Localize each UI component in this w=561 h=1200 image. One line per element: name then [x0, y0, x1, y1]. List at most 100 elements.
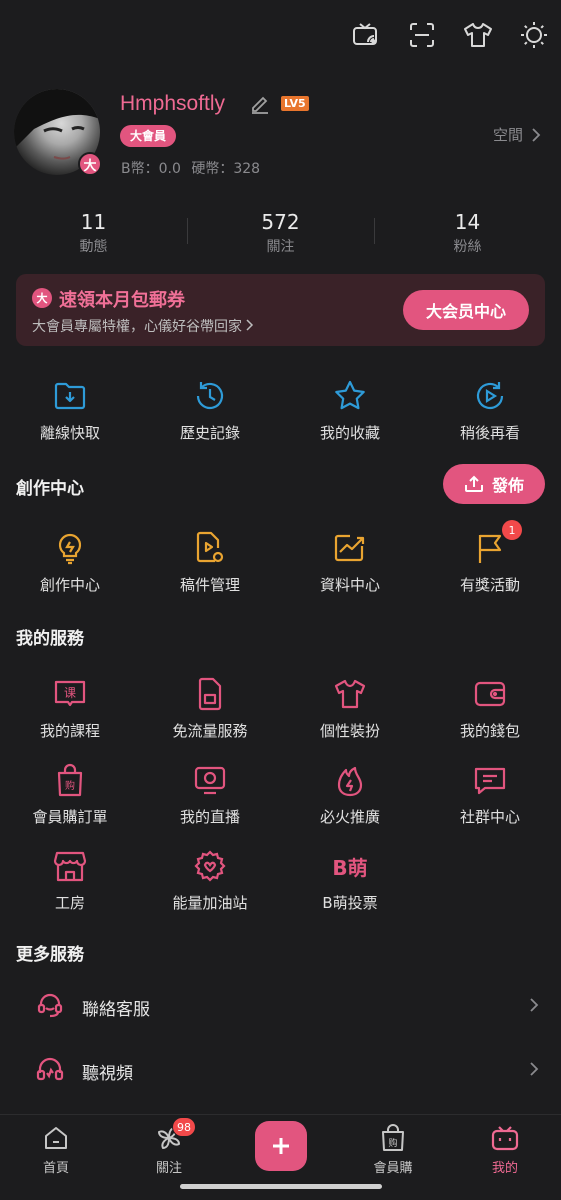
vip-center-button[interactable]: 大会员中心 — [403, 290, 529, 330]
creator-label: 資料中心 — [319, 576, 380, 594]
creator-label: 有獎活動 — [459, 576, 520, 594]
manuscript-icon — [196, 531, 224, 563]
quick-label: 稍後再看 — [459, 424, 520, 442]
svg-text:购: 购 — [65, 779, 75, 792]
manuscript-management[interactable]: 稿件管理 — [140, 528, 280, 595]
star-icon — [335, 380, 365, 410]
service-label: B萌投票 — [322, 894, 378, 912]
quick-actions: 離線快取 歷史記錄 我的收藏 稍後再看 — [0, 376, 561, 443]
tv-cast-icon[interactable] — [349, 18, 383, 52]
free-data-service[interactable]: 免流量服務 — [140, 674, 280, 741]
edit-icon[interactable] — [249, 93, 271, 119]
service-label: 社群中心 — [459, 808, 520, 826]
stat-dynamics[interactable]: 11 動態 — [0, 210, 187, 256]
vip-banner-title: 速領本月包郵券 — [59, 290, 185, 311]
quick-history[interactable]: 歷史記錄 — [140, 376, 280, 443]
home-icon — [45, 1127, 67, 1149]
history-icon — [196, 382, 224, 410]
username[interactable]: Hmphsoftly — [120, 92, 225, 116]
creator-section-title: 創作中心 — [16, 479, 84, 499]
community-center[interactable]: 社群中心 — [420, 760, 560, 827]
download-folder-icon — [54, 382, 86, 410]
my-courses[interactable]: 课 我的課程 — [0, 674, 140, 741]
chevron-right-icon — [529, 997, 539, 1017]
chart-icon — [334, 534, 365, 562]
top-toolbar — [349, 18, 551, 52]
service-label: 我的錢包 — [459, 722, 520, 740]
reward-activities[interactable]: 1 有獎活動 — [420, 520, 560, 595]
energy-station[interactable]: 能量加油站 — [140, 846, 280, 913]
sun-icon[interactable] — [517, 18, 551, 52]
fire-icon — [337, 766, 363, 797]
tab-member-shop[interactable]: 购 會員購 — [353, 1123, 433, 1176]
list-item-label: 聯絡客服 — [82, 999, 150, 1020]
publish-label: 發佈 — [491, 476, 524, 495]
space-link[interactable]: 空間 — [493, 124, 541, 145]
scan-icon[interactable] — [405, 18, 439, 52]
member-orders[interactable]: 购 會員購訂單 — [0, 760, 140, 827]
creator-label: 稿件管理 — [179, 576, 240, 594]
data-center[interactable]: 資料中心 — [280, 528, 420, 595]
chevron-right-icon — [529, 1061, 539, 1081]
shopping-bag-icon: 购 — [57, 763, 83, 797]
creator-grid: 創作中心 稿件管理 資料中心 1 有獎活動 — [0, 520, 561, 595]
quick-watch-later[interactable]: 稍後再看 — [420, 376, 560, 443]
my-wallet[interactable]: 我的錢包 — [420, 674, 560, 741]
tab-home[interactable]: 首頁 — [16, 1123, 96, 1176]
create-plus-button[interactable] — [255, 1121, 307, 1171]
service-label: 工房 — [54, 894, 85, 912]
vip-banner[interactable]: 大 速領本月包郵券 大會員專屬特權，心儀好谷帶回家 大会员中心 — [16, 274, 545, 346]
bmeng-vote[interactable]: B萌 B萌投票 — [280, 846, 420, 913]
bmeng-icon: B萌 — [332, 855, 368, 880]
service-label: 會員購訂單 — [32, 808, 108, 826]
stats-row: 11 動態 572 關注 14 粉絲 — [0, 210, 561, 256]
stat-label: 動態 — [79, 239, 108, 255]
home-indicator[interactable] — [180, 1184, 382, 1189]
stat-number: 14 — [454, 210, 481, 234]
vip-icon: 大 — [32, 288, 52, 308]
tab-label: 我的 — [491, 1161, 518, 1176]
vip-badge[interactable]: 大會員 — [120, 125, 177, 147]
svg-text:课: 课 — [64, 686, 76, 700]
chevron-right-icon — [532, 127, 541, 142]
energy-icon — [194, 850, 226, 882]
personalized-dress[interactable]: 個性裝扮 — [280, 674, 420, 741]
quick-offline-cache[interactable]: 離線快取 — [0, 376, 140, 443]
list-item-listen-video[interactable]: 聽視頻 — [0, 1046, 561, 1096]
quick-label: 歷史記錄 — [179, 424, 240, 442]
workshop[interactable]: 工房 — [0, 846, 140, 913]
stat-label: 關注 — [266, 239, 295, 255]
creator-center[interactable]: 創作中心 — [0, 528, 140, 595]
live-tv-icon — [194, 766, 226, 795]
stat-fans[interactable]: 14 粉絲 — [374, 210, 561, 256]
divider — [187, 218, 188, 244]
space-label: 空間 — [492, 126, 523, 144]
service-label: 個性裝扮 — [319, 722, 380, 740]
wallet-icon — [474, 681, 506, 707]
service-label: 必火推廣 — [319, 808, 380, 826]
stat-label: 粉絲 — [453, 239, 482, 255]
fire-promotion[interactable]: 必火推廣 — [280, 760, 420, 827]
chat-icon — [474, 767, 506, 795]
service-label: 能量加油站 — [172, 894, 248, 912]
services-section-title: 我的服務 — [16, 629, 84, 649]
publish-button[interactable]: 發佈 — [443, 464, 545, 504]
tab-mine[interactable]: 我的 — [465, 1123, 545, 1176]
divider — [374, 218, 375, 244]
lightbulb-icon — [58, 533, 82, 565]
services-grid-row-2: 购 會員購訂單 我的直播 必火推廣 社群中心 — [0, 760, 561, 827]
services-grid-row-1: 课 我的課程 免流量服務 個性裝扮 我的錢包 — [0, 674, 561, 741]
headset-icon — [36, 991, 64, 1023]
my-live[interactable]: 我的直播 — [140, 760, 280, 827]
watch-later-icon — [476, 382, 504, 410]
course-icon: 课 — [54, 680, 86, 707]
tab-following[interactable]: 關注 — [129, 1123, 209, 1176]
stat-following[interactable]: 572 關注 — [187, 210, 374, 256]
flag-icon — [478, 534, 502, 563]
level-badge: LV5 — [281, 96, 309, 111]
list-item-customer-service[interactable]: 聯絡客服 — [0, 982, 561, 1032]
service-label: 我的課程 — [39, 722, 100, 740]
tshirt-icon[interactable] — [461, 18, 495, 52]
stat-number: 11 — [80, 210, 107, 234]
quick-favorites[interactable]: 我的收藏 — [280, 376, 420, 443]
